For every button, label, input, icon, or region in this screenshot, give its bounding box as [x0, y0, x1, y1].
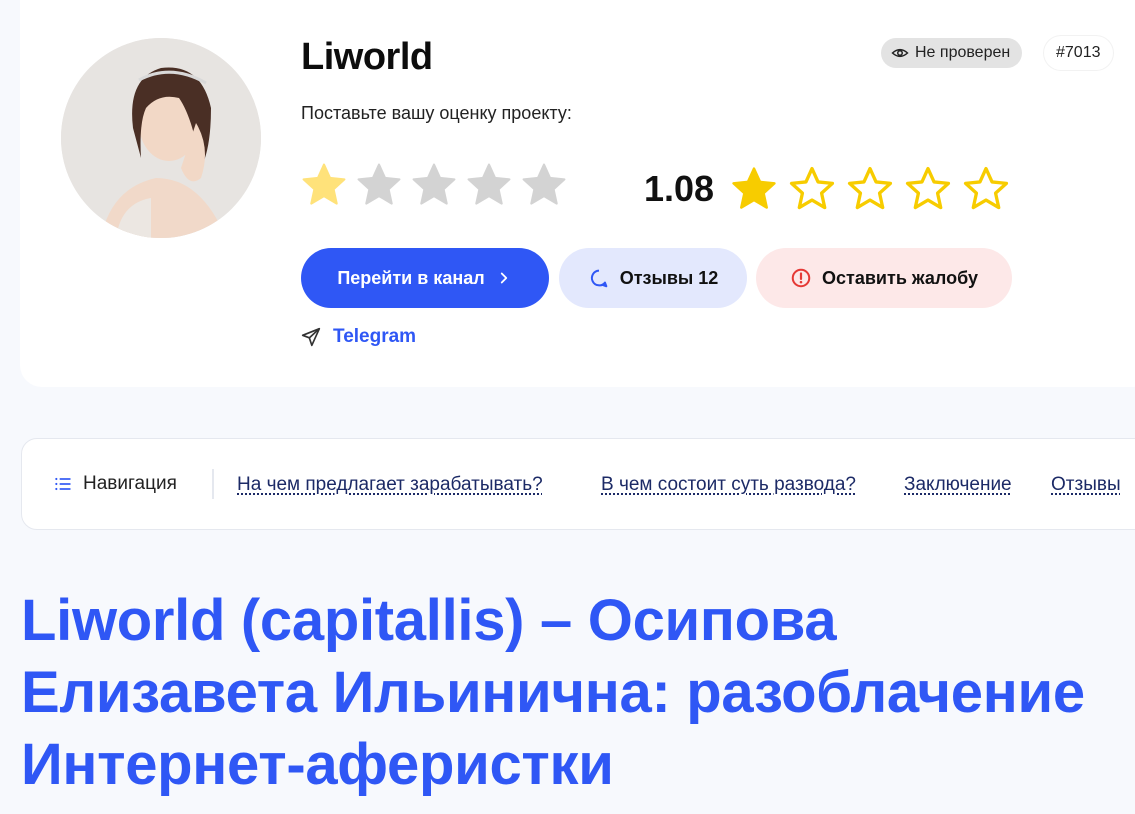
score-star-5: [961, 164, 1011, 214]
nav-link-conclusion[interactable]: Заключение: [904, 474, 1012, 496]
chat-bubble-icon: [590, 269, 608, 288]
navigation-heading[interactable]: Навигация: [53, 473, 177, 495]
complaint-button[interactable]: Оставить жалобу: [756, 248, 1012, 308]
score-star-2: [787, 164, 837, 214]
chevron-right-icon: [500, 272, 507, 284]
average-score: 1.08: [644, 168, 715, 209]
status-badge: Не проверен: [881, 38, 1023, 68]
rating-star-3[interactable]: [409, 160, 459, 210]
navigation-heading-label: Навигация: [83, 473, 177, 494]
nav-link-earnings[interactable]: На чем предлагает зарабатывать?: [237, 474, 543, 496]
score-star-3: [845, 164, 895, 214]
status-text: Не проверен: [915, 44, 1011, 61]
project-id-badge: #7013: [1044, 36, 1113, 70]
rate-prompt: Поставьте вашу оценку проекту:: [301, 103, 572, 123]
go-to-channel-button[interactable]: Перейти в канал: [301, 248, 549, 308]
paper-plane-icon: [301, 327, 321, 347]
score-star-4: [903, 164, 953, 214]
score-star-1: [729, 164, 779, 214]
platform-label: Telegram: [333, 326, 417, 347]
project-title: Liworld: [301, 36, 433, 78]
avatar-image: [61, 38, 261, 238]
user-rating-stars[interactable]: [299, 160, 569, 210]
go-to-channel-label: Перейти в канал: [337, 267, 485, 288]
alert-circle-icon: [791, 268, 811, 288]
average-score-stars: [729, 164, 1011, 214]
nav-link-reviews[interactable]: Отзывы: [1051, 474, 1121, 496]
reviews-label: Отзывы 12: [619, 267, 719, 288]
rating-star-1[interactable]: [299, 160, 349, 210]
page-headline: Liworld (capitallis) – Осипова Елизавета…: [21, 588, 1085, 797]
eye-icon: [891, 48, 909, 58]
rating-star-2[interactable]: [354, 160, 404, 210]
navigation-bar: Навигация На чем предлагает зарабатывать…: [21, 438, 1135, 530]
rating-star-4[interactable]: [464, 160, 514, 210]
rating-star-5[interactable]: [519, 160, 569, 210]
reviews-button[interactable]: Отзывы 12: [559, 248, 747, 308]
complaint-label: Оставить жалобу: [822, 267, 978, 288]
project-avatar: [61, 38, 261, 238]
nav-divider: [212, 469, 214, 499]
list-icon: [55, 477, 71, 491]
nav-link-scam-essence[interactable]: В чем состоит суть развода?: [601, 474, 856, 496]
platform-link[interactable]: Telegram: [301, 326, 416, 348]
